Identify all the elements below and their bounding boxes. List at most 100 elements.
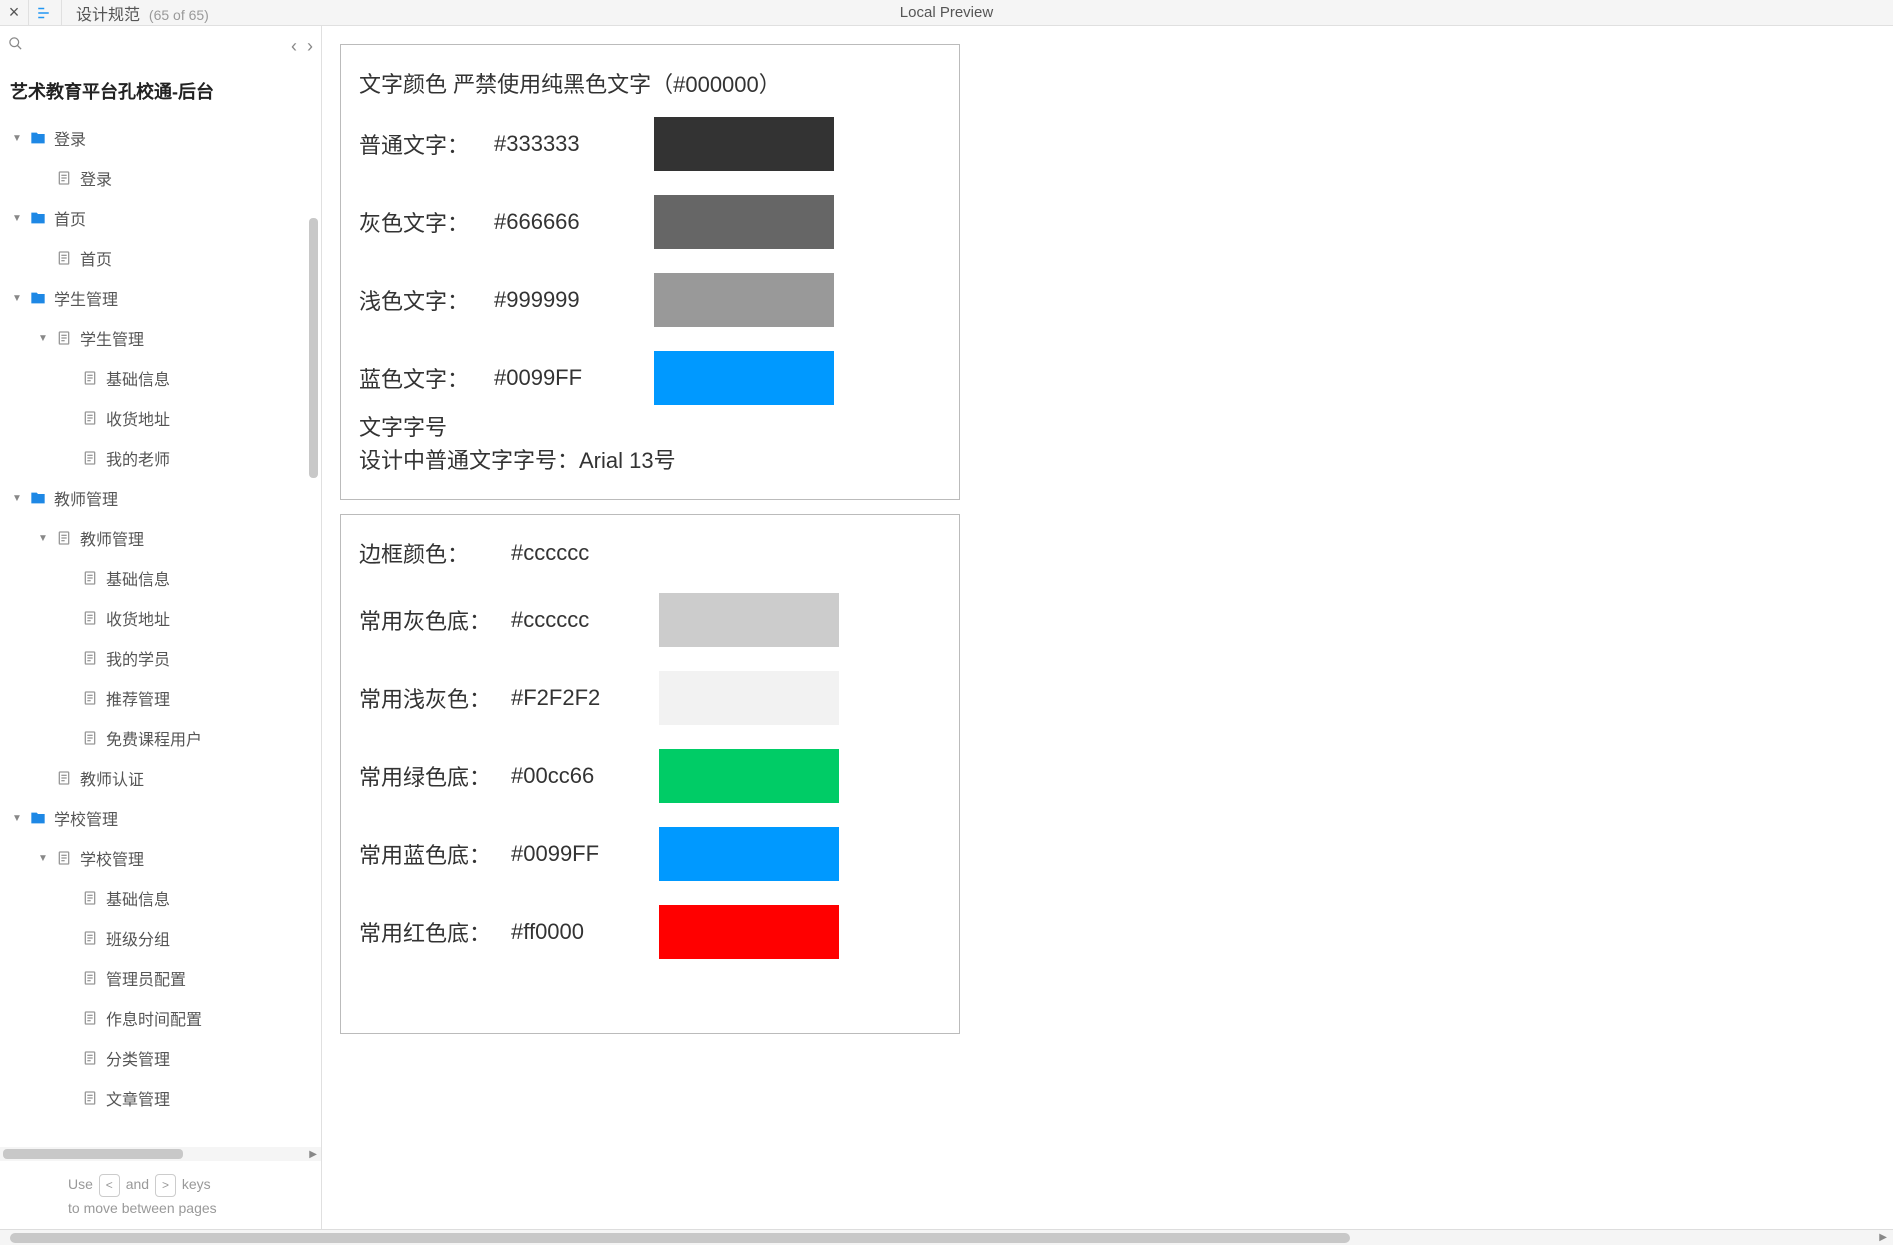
tree-expand-icon[interactable]: [36, 851, 50, 865]
tree-arrow-none: [62, 571, 76, 585]
tree-expand-icon[interactable]: [10, 491, 24, 505]
color-row-value: #ff0000: [511, 919, 659, 945]
project-title: 艺术教育平台孔校通-后台: [0, 66, 321, 118]
color-row: 常用灰色底：#cccccc: [359, 593, 941, 647]
tree-item[interactable]: 学校管理: [0, 798, 321, 838]
tree-item[interactable]: 首页: [0, 198, 321, 238]
tree-expand-icon[interactable]: [10, 811, 24, 825]
page-icon: [80, 450, 100, 466]
tree-arrow-none: [36, 771, 50, 785]
tree-item[interactable]: 管理员配置: [0, 958, 321, 998]
tree-arrow-none: [36, 251, 50, 265]
tree-item-label: 基础信息: [106, 886, 170, 910]
color-swatch: [659, 671, 839, 725]
tree-item[interactable]: 分类管理: [0, 1038, 321, 1078]
color-row: 常用蓝色底：#0099FF: [359, 827, 941, 881]
tree-scrollbar-horizontal[interactable]: ▶: [0, 1147, 321, 1161]
page-icon: [80, 610, 100, 626]
tree-item[interactable]: 我的老师: [0, 438, 321, 478]
page-icon: [54, 770, 74, 786]
tree-item[interactable]: 班级分组: [0, 918, 321, 958]
scrollbar-thumb[interactable]: [10, 1233, 1350, 1243]
tree-arrow-none: [62, 651, 76, 665]
tree-item-label: 收货地址: [106, 606, 170, 630]
color-row-value: #cccccc: [511, 540, 659, 566]
page-icon: [80, 690, 100, 706]
scroll-right-icon[interactable]: ▶: [1879, 1232, 1887, 1243]
tree-item-label: 分类管理: [106, 1046, 170, 1070]
page-icon: [80, 1090, 100, 1106]
tree-item-label: 登录: [80, 166, 112, 190]
tree-scrollbar-vertical[interactable]: [309, 218, 318, 478]
tree-expand-icon[interactable]: [36, 531, 50, 545]
scrollbar-thumb[interactable]: [3, 1149, 183, 1159]
page-icon: [54, 330, 74, 346]
tree-item[interactable]: 学生管理: [0, 318, 321, 358]
folder-icon: [28, 130, 48, 146]
color-swatch: [659, 905, 839, 959]
tree-item[interactable]: 收货地址: [0, 598, 321, 638]
tree-item[interactable]: 基础信息: [0, 878, 321, 918]
tree-item[interactable]: 作息时间配置: [0, 998, 321, 1038]
tree-arrow-none: [62, 1011, 76, 1025]
page-tree[interactable]: 登录登录首页首页学生管理学生管理基础信息收货地址我的老师教师管理教师管理基础信息…: [0, 118, 321, 1147]
page-icon: [80, 570, 100, 586]
tree-item-label: 学校管理: [80, 846, 144, 870]
tree-expand-icon[interactable]: [10, 211, 24, 225]
page-icon: [54, 530, 74, 546]
tree-expand-icon[interactable]: [10, 131, 24, 145]
tree-item[interactable]: 基础信息: [0, 558, 321, 598]
tree-item-label: 基础信息: [106, 566, 170, 590]
page-icon: [80, 650, 100, 666]
search-icon[interactable]: [8, 36, 23, 56]
page-icon: [80, 410, 100, 426]
close-icon[interactable]: ×: [0, 0, 28, 25]
tree-item[interactable]: 学校管理: [0, 838, 321, 878]
tree-item[interactable]: 教师认证: [0, 758, 321, 798]
tree-arrow-none: [62, 691, 76, 705]
tree-arrow-none: [62, 411, 76, 425]
color-row-value: #666666: [494, 209, 654, 235]
tree-item[interactable]: 教师管理: [0, 518, 321, 558]
color-row: 蓝色文字：#0099FF: [359, 351, 941, 405]
color-row-label: 蓝色文字：: [359, 362, 494, 394]
tree-arrow-none: [62, 1091, 76, 1105]
scroll-right-icon[interactable]: ▶: [309, 1149, 317, 1160]
content-canvas[interactable]: 文字颜色 严禁使用纯黑色文字（#000000） 普通文字：#333333灰色文字…: [322, 26, 1893, 1229]
page-icon: [80, 930, 100, 946]
color-row-value: #0099FF: [494, 365, 654, 391]
tree-item[interactable]: 基础信息: [0, 358, 321, 398]
prev-page-button[interactable]: ‹: [291, 36, 297, 57]
tree-arrow-none: [62, 891, 76, 905]
tree-item[interactable]: 教师管理: [0, 478, 321, 518]
tree-item[interactable]: 首页: [0, 238, 321, 278]
tree-expand-icon[interactable]: [36, 331, 50, 345]
page-name: 设计规范 (65 of 65): [62, 1, 223, 25]
tree-item[interactable]: 免费课程用户: [0, 718, 321, 758]
next-page-button[interactable]: ›: [307, 36, 313, 57]
sitemap-icon[interactable]: [28, 0, 62, 25]
tree-item-label: 作息时间配置: [106, 1006, 202, 1030]
tree-expand-icon[interactable]: [10, 291, 24, 305]
color-row-value: #0099FF: [511, 841, 659, 867]
tree-item[interactable]: 收货地址: [0, 398, 321, 438]
color-row-label: 常用红色底：: [359, 916, 511, 948]
color-swatch: [659, 593, 839, 647]
folder-icon: [28, 210, 48, 226]
tree-item[interactable]: 我的学员: [0, 638, 321, 678]
tree-item[interactable]: 推荐管理: [0, 678, 321, 718]
tree-item-label: 教师管理: [54, 486, 118, 510]
tree-item[interactable]: 学生管理: [0, 278, 321, 318]
color-row-label: 常用蓝色底：: [359, 838, 511, 870]
page-count: (65 of 65): [149, 7, 209, 23]
tree-item[interactable]: 文章管理: [0, 1078, 321, 1118]
page-scrollbar-horizontal[interactable]: ▶: [0, 1229, 1893, 1245]
page-icon: [54, 170, 74, 186]
color-row-value: #999999: [494, 287, 654, 313]
tree-item[interactable]: 登录: [0, 158, 321, 198]
tree-item[interactable]: 登录: [0, 118, 321, 158]
tree-item-label: 基础信息: [106, 366, 170, 390]
tree-item-label: 管理员配置: [106, 966, 186, 990]
preview-mode-label: Local Preview: [0, 4, 1893, 21]
tree-item-label: 首页: [80, 246, 112, 270]
